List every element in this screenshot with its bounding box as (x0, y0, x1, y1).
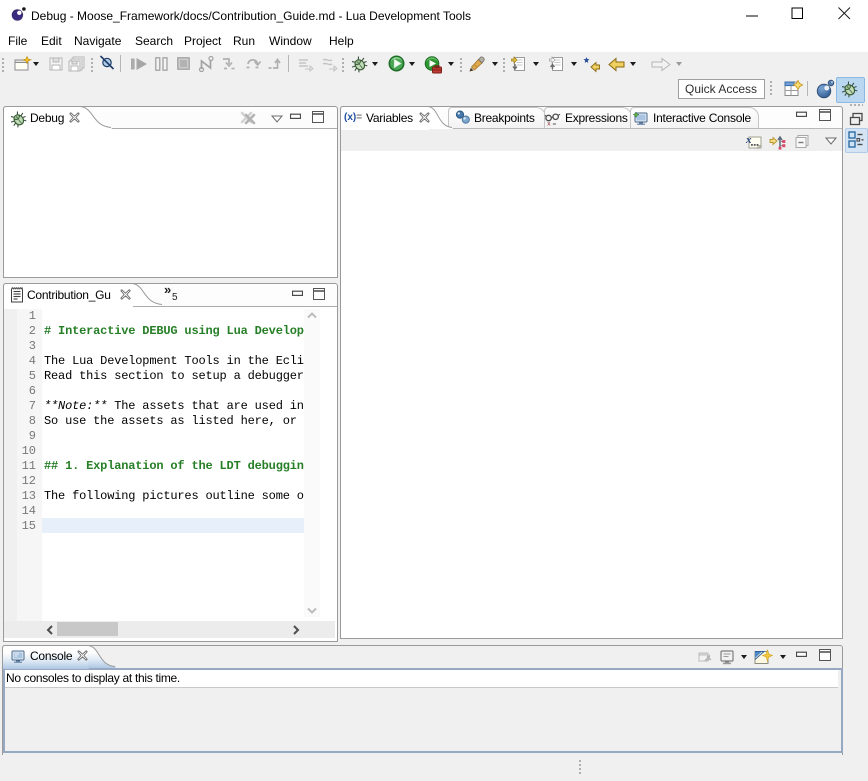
svg-text:x: x (745, 134, 752, 146)
svg-text:x: x (547, 121, 551, 128)
svg-text:=: = (553, 121, 557, 127)
